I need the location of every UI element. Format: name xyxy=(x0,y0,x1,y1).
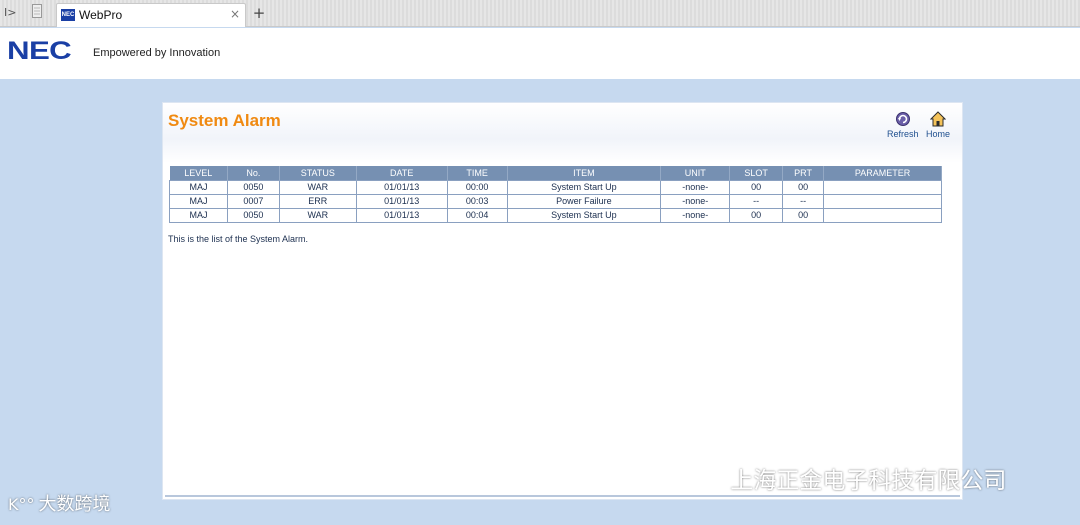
table-cell: 00 xyxy=(729,179,784,195)
column-header: TIME xyxy=(447,166,508,180)
browser-tab-strip: I> NEC WebPro × + xyxy=(0,0,1080,27)
alarm-table: LEVEL No. STATUS DATE TIME ITEM UNIT SLO… xyxy=(169,166,942,223)
table-cell: System Start Up xyxy=(506,207,662,223)
table-cell: WAR xyxy=(278,207,357,223)
table-cell: 0050 xyxy=(226,179,280,195)
home-icon xyxy=(926,111,950,129)
table-cell: -none- xyxy=(660,193,731,209)
column-header: STATUS xyxy=(279,166,357,180)
tab-title: WebPro xyxy=(79,8,123,22)
column-header: No. xyxy=(227,166,280,180)
table-cell: ERR xyxy=(278,193,357,209)
column-header: SLOT xyxy=(729,166,784,180)
table-cell: -- xyxy=(729,193,784,209)
table-cell: 01/01/13 xyxy=(355,179,448,195)
table-cell: MAJ xyxy=(169,179,228,195)
table-cell: 0050 xyxy=(226,207,280,223)
table-cell xyxy=(823,207,942,223)
page-title: System Alarm xyxy=(168,111,281,130)
site-header: NEC Empowered by Innovation xyxy=(0,28,1080,79)
content-panel: System Alarm Refresh Home LEVEL No. STAT… xyxy=(162,102,963,500)
column-header: PARAMETER xyxy=(823,166,942,180)
new-tab-button[interactable]: + xyxy=(250,3,268,23)
nec-favicon-icon: NEC xyxy=(61,9,75,21)
watermark-logo-icon: K°° xyxy=(8,495,35,514)
watermark-right-text: 上海正金电子科技有限公司 xyxy=(730,468,1007,494)
table-cell: Power Failure xyxy=(506,193,662,209)
table-cell: System Start Up xyxy=(506,179,662,195)
panel-header: System Alarm Refresh Home xyxy=(163,103,962,163)
table-cell: -- xyxy=(782,193,825,209)
table-cell: 00:03 xyxy=(446,193,508,209)
table-cell: 00:00 xyxy=(446,179,508,195)
watermark-left: K°° 大数跨境 xyxy=(8,490,111,516)
close-tab-icon[interactable]: × xyxy=(230,7,240,21)
table-cell: -none- xyxy=(660,179,731,195)
sidebar-toggle-icon[interactable]: I> xyxy=(4,6,16,19)
refresh-icon xyxy=(887,111,919,129)
column-header: ITEM xyxy=(507,166,662,180)
browser-tab[interactable]: NEC WebPro × xyxy=(56,3,246,27)
table-cell: MAJ xyxy=(169,207,228,223)
table-cell: 00 xyxy=(729,207,784,223)
table-cell xyxy=(823,193,942,209)
tagline: Empowered by Innovation xyxy=(93,47,221,59)
table-cell: 00:04 xyxy=(446,207,508,223)
table-header-row: LEVEL No. STATUS DATE TIME ITEM UNIT SLO… xyxy=(169,166,942,180)
table-row: MAJ 0050 WAR 01/01/13 00:00 System Start… xyxy=(169,179,942,195)
refresh-label: Refresh xyxy=(887,129,919,139)
table-cell: -none- xyxy=(660,207,731,223)
table-cell xyxy=(823,179,942,195)
page-icon[interactable] xyxy=(32,4,42,21)
wechat-icon xyxy=(680,469,724,495)
table-caption: This is the list of the System Alarm. xyxy=(168,234,309,244)
table-cell: 01/01/13 xyxy=(355,207,448,223)
table-cell: MAJ xyxy=(169,193,228,209)
home-label: Home xyxy=(926,129,951,139)
column-header: PRT xyxy=(782,166,825,180)
table-cell: 0007 xyxy=(226,193,280,209)
table-cell: WAR xyxy=(278,179,357,195)
column-header: UNIT xyxy=(660,166,731,180)
table-cell: 00 xyxy=(782,179,825,195)
watermark-right: 上海正金电子科技有限公司 xyxy=(680,461,1006,496)
watermark-left-text: 大数跨境 xyxy=(38,494,111,515)
table-row: MAJ 0007 ERR 01/01/13 00:03 Power Failur… xyxy=(169,193,942,209)
refresh-button[interactable]: Refresh xyxy=(887,111,919,139)
table-cell: 00 xyxy=(782,207,825,223)
table-row: MAJ 0050 WAR 01/01/13 00:04 System Start… xyxy=(169,207,942,223)
column-header: DATE xyxy=(356,166,448,180)
column-header: LEVEL xyxy=(169,166,228,180)
nec-logo: NEC xyxy=(7,37,72,65)
table-cell: 01/01/13 xyxy=(355,193,448,209)
home-button[interactable]: Home xyxy=(926,111,950,139)
